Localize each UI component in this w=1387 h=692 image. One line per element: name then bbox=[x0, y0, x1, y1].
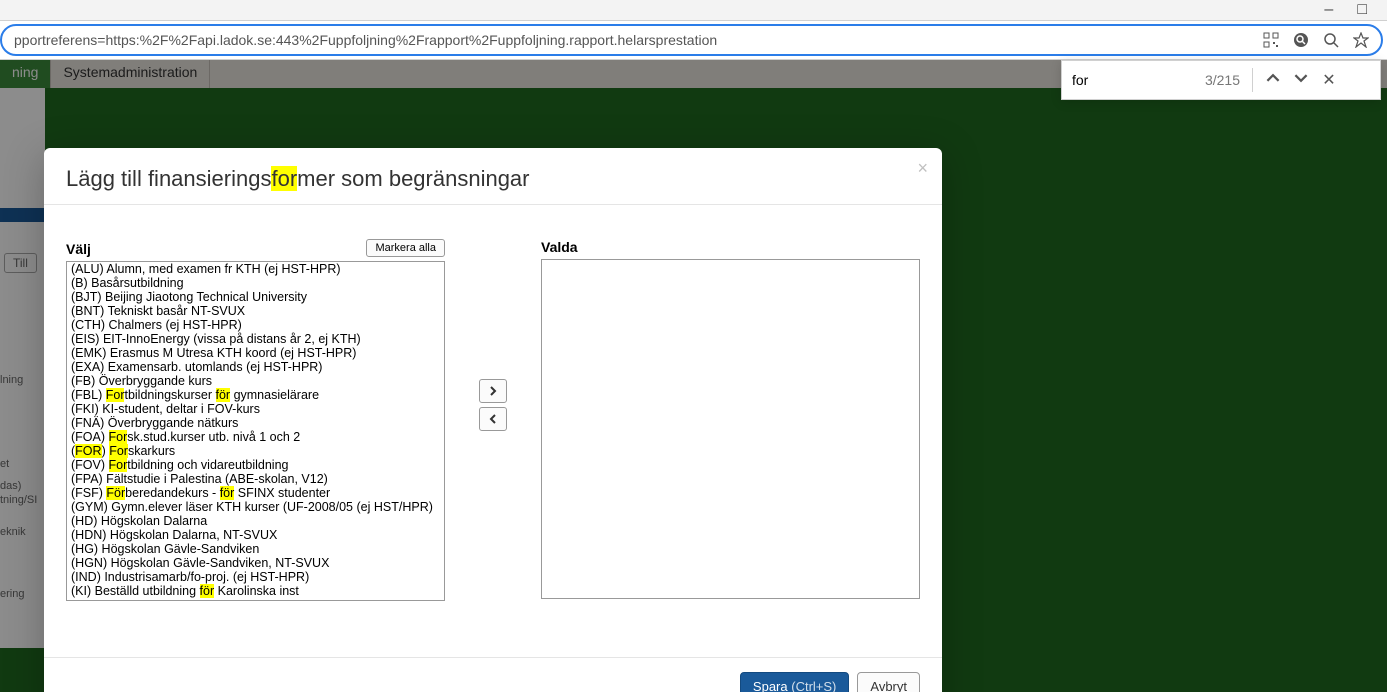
avbryt-button[interactable]: Avbryt bbox=[857, 672, 920, 692]
list-item[interactable]: (EMK) Erasmus M Utresa KTH koord (ej HST… bbox=[67, 346, 444, 360]
list-item[interactable]: (HG) Högskolan Gävle-Sandviken bbox=[67, 542, 444, 556]
list-item[interactable]: (EXA) Examensarb. utomlands (ej HST-HPR) bbox=[67, 360, 444, 374]
zoom-icon[interactable] bbox=[1323, 32, 1339, 48]
list-item[interactable]: (IND) Industrisamarb/fo-proj. (ej HST-HP… bbox=[67, 570, 444, 584]
list-item[interactable]: (HDN) Högskolan Dalarna, NT-SVUX bbox=[67, 528, 444, 542]
list-item[interactable]: (KI) Beställd utbildning för Karolinska … bbox=[67, 584, 444, 598]
list-item[interactable]: (FOV) Fortbildning och vidareutbildning bbox=[67, 458, 444, 472]
list-item[interactable]: (FSF) Förberedandekurs - för SFINX stude… bbox=[67, 486, 444, 500]
list-item[interactable]: (CTH) Chalmers (ej HST-HPR) bbox=[67, 318, 444, 332]
list-item[interactable]: (FNÄ) Överbryggande nätkurs bbox=[67, 416, 444, 430]
modal-finansieringsformer: × Lägg till finansieringsformer som begr… bbox=[44, 148, 942, 692]
url-text: pportreferens=https:%2F%2Fapi.ladok.se:4… bbox=[14, 32, 717, 48]
valj-label: Välj bbox=[66, 241, 91, 257]
find-next-button[interactable] bbox=[1287, 71, 1315, 90]
move-left-button[interactable] bbox=[479, 407, 507, 431]
list-item[interactable]: (BNT) Tekniskt basår NT-SVUX bbox=[67, 304, 444, 318]
find-close-button[interactable]: ✕ bbox=[1315, 70, 1343, 90]
window-min-icon[interactable]: – bbox=[1324, 1, 1333, 19]
list-item[interactable]: (FKI) KI-student, deltar i FOV-kurs bbox=[67, 402, 444, 416]
list-item[interactable]: (FB) Överbryggande kurs bbox=[67, 374, 444, 388]
qr-icon[interactable] bbox=[1263, 32, 1279, 48]
find-prev-button[interactable] bbox=[1259, 71, 1287, 90]
list-item[interactable]: (GYM) Gymn.elever läser KTH kurser (UF-2… bbox=[67, 500, 444, 514]
valj-listbox[interactable]: (ALU) Alumn, med examen fr KTH (ej HST-H… bbox=[66, 261, 445, 601]
list-item[interactable]: (ALU) Alumn, med examen fr KTH (ej HST-H… bbox=[67, 262, 444, 276]
find-input[interactable] bbox=[1062, 72, 1202, 88]
star-icon[interactable] bbox=[1353, 32, 1369, 48]
find-active-icon[interactable] bbox=[1293, 32, 1309, 48]
list-item[interactable]: (FOR) Forskarkurs bbox=[67, 444, 444, 458]
modal-title: Lägg till finansieringsformer som begrän… bbox=[66, 166, 920, 192]
list-item[interactable]: (EIS) EIT-InnoEnergy (vissa på distans å… bbox=[67, 332, 444, 346]
list-item[interactable]: (HD) Högskolan Dalarna bbox=[67, 514, 444, 528]
markera-alla-button[interactable]: Markera alla bbox=[366, 239, 445, 257]
list-item[interactable]: (B) Basårsutbildning bbox=[67, 276, 444, 290]
window-max-icon[interactable]: □ bbox=[1357, 1, 1367, 19]
list-item[interactable]: (FPA) Fältstudie i Palestina (ABE-skolan… bbox=[67, 472, 444, 486]
url-bar[interactable]: pportreferens=https:%2F%2Fapi.ladok.se:4… bbox=[0, 24, 1383, 56]
list-item[interactable]: (FOA) Forsk.stud.kurser utb. nivå 1 och … bbox=[67, 430, 444, 444]
list-item[interactable]: (FBL) Fortbildningskurser för gymnasielä… bbox=[67, 388, 444, 402]
list-item[interactable]: (BJT) Beijing Jiaotong Technical Univers… bbox=[67, 290, 444, 304]
spara-button[interactable]: Spara (Ctrl+S) bbox=[740, 672, 849, 692]
list-item[interactable]: (HGN) Högskolan Gävle-Sandviken, NT-SVUX bbox=[67, 556, 444, 570]
close-icon[interactable]: × bbox=[917, 158, 928, 179]
find-in-page-bar: 3/215 ✕ bbox=[1061, 60, 1381, 100]
valda-label: Valda bbox=[541, 239, 578, 255]
move-right-button[interactable] bbox=[479, 379, 507, 403]
find-count: 3/215 bbox=[1202, 72, 1246, 88]
valda-listbox[interactable] bbox=[541, 259, 920, 599]
